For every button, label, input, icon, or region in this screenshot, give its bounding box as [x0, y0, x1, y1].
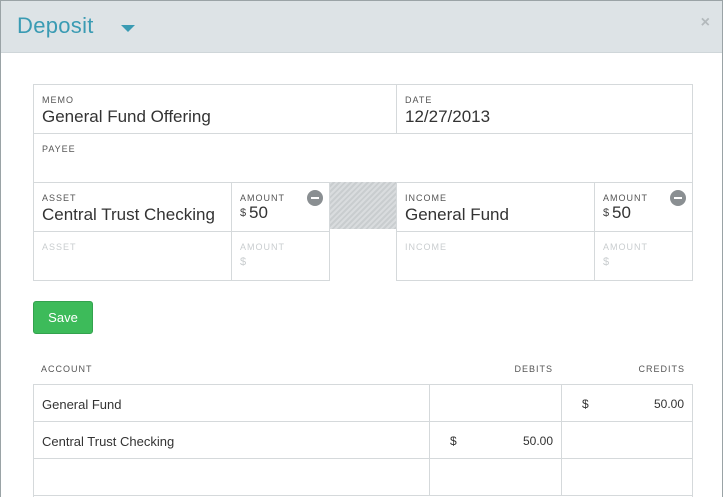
income-label: INCOME: [405, 193, 447, 203]
income-field-empty[interactable]: INCOME: [396, 231, 595, 281]
amount-label: AMOUNT: [240, 193, 285, 203]
payee-field[interactable]: PAYEE: [33, 133, 693, 183]
date-value[interactable]: 12/27/2013: [405, 107, 490, 127]
currency-symbol: $: [240, 207, 247, 219]
asset-amount-field[interactable]: AMOUNT $ 50: [231, 182, 330, 232]
table-row: General Fund $ 50.00: [34, 385, 692, 422]
asset-label: ASSET: [42, 193, 77, 203]
deposit-modal: Deposit × MEMO General Fund Offering DAT…: [0, 0, 723, 497]
table-row: Central Trust Checking $ 50.00: [34, 422, 692, 459]
account-cell: General Fund: [34, 385, 430, 421]
deposit-form: MEMO General Fund Offering DATE 12/27/20…: [33, 84, 693, 281]
debit-cell: [430, 385, 562, 421]
modal-header: Deposit ×: [1, 1, 722, 53]
asset-field[interactable]: ASSET Central Trust Checking: [33, 182, 232, 232]
split-divider: [330, 182, 397, 229]
income-label: INCOME: [405, 242, 447, 252]
modal-title[interactable]: Deposit: [17, 13, 94, 39]
date-field[interactable]: DATE 12/27/2013: [396, 84, 693, 134]
asset-label: ASSET: [42, 242, 77, 252]
asset-value[interactable]: Central Trust Checking: [42, 205, 225, 225]
debit-cell: $ 50.00: [430, 422, 562, 458]
currency-symbol: $: [603, 207, 610, 219]
chevron-down-icon[interactable]: [121, 25, 135, 32]
column-account: ACCOUNT: [41, 364, 93, 374]
date-label: DATE: [405, 95, 433, 105]
currency-symbol: $: [603, 256, 610, 268]
income-amount-value[interactable]: 50: [612, 203, 631, 223]
credit-cell: [562, 422, 692, 458]
close-icon[interactable]: ×: [701, 14, 710, 32]
credit-cell: $ 50.00: [562, 385, 692, 421]
debit-sign: $: [450, 434, 457, 448]
ledger-table: General Fund $ 50.00 Central Trust Check…: [33, 384, 693, 497]
amount-label: AMOUNT: [240, 242, 285, 252]
ledger-header: ACCOUNT DEBITS CREDITS: [33, 357, 693, 385]
asset-amount-field-empty[interactable]: AMOUNT $: [231, 231, 330, 281]
debit-value: 50.00: [522, 434, 553, 448]
asset-field-empty[interactable]: ASSET: [33, 231, 232, 281]
income-amount-field[interactable]: AMOUNT $ 50: [594, 182, 693, 232]
column-credits: CREDITS: [638, 364, 685, 374]
debit-cell: [430, 459, 562, 495]
payee-label: PAYEE: [42, 144, 76, 154]
memo-field[interactable]: MEMO General Fund Offering: [33, 84, 397, 134]
amount-label: AMOUNT: [603, 193, 648, 203]
income-value[interactable]: General Fund: [405, 205, 588, 225]
save-button[interactable]: Save: [33, 301, 93, 334]
memo-label: MEMO: [42, 95, 74, 105]
column-debits: DEBITS: [514, 364, 553, 374]
credit-cell: [562, 459, 692, 495]
asset-amount-value[interactable]: 50: [249, 203, 268, 223]
income-amount-field-empty[interactable]: AMOUNT $: [594, 231, 693, 281]
currency-symbol: $: [240, 256, 247, 268]
credit-value: 50.00: [653, 397, 684, 411]
memo-value[interactable]: General Fund Offering: [42, 107, 387, 127]
amount-label: AMOUNT: [603, 242, 648, 252]
minus-circle-icon[interactable]: [670, 190, 686, 206]
credit-sign: $: [582, 397, 589, 411]
table-row: [34, 459, 692, 496]
account-cell: Central Trust Checking: [34, 422, 430, 458]
income-field[interactable]: INCOME General Fund: [396, 182, 595, 232]
minus-circle-icon[interactable]: [307, 190, 323, 206]
account-cell: [34, 459, 430, 495]
